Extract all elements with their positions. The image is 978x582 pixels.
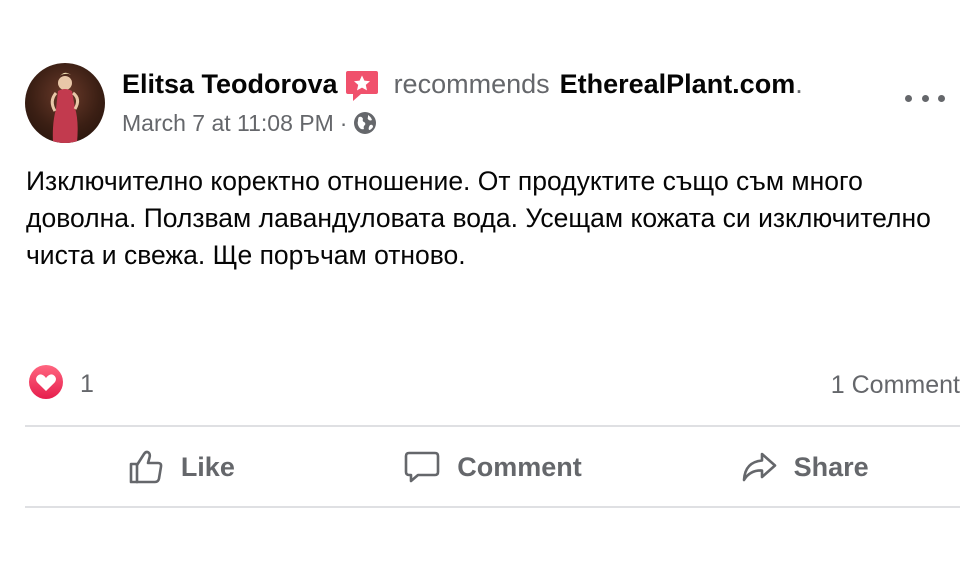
reaction-count: 1 xyxy=(80,369,94,398)
page-name-link[interactable]: EtherealPlant.com xyxy=(560,69,796,100)
avatar-photo xyxy=(50,72,80,143)
heart-reaction-icon xyxy=(28,364,64,405)
author-name[interactable]: Elitsa Teodorova xyxy=(122,69,338,100)
comment-label: Comment xyxy=(457,451,582,482)
more-options-icon[interactable] xyxy=(905,86,945,110)
post-meta: March 7 at 11:08 PM · xyxy=(122,108,377,138)
recommends-label: recommends xyxy=(393,68,550,99)
share-label: Share xyxy=(793,451,869,482)
thumbs-up-icon xyxy=(129,450,163,484)
share-button[interactable]: Share xyxy=(648,428,960,506)
action-bar: Like Comment Share xyxy=(25,428,960,506)
post-text: Изключително коректно отношение. От прод… xyxy=(26,166,931,270)
recommend-icon xyxy=(344,68,380,104)
reactions-summary[interactable]: 1 xyxy=(28,364,94,404)
timestamp[interactable]: March 7 at 11:08 PM xyxy=(122,110,334,137)
globe-icon xyxy=(353,111,377,135)
like-label: Like xyxy=(180,451,235,482)
divider xyxy=(25,425,960,427)
share-icon xyxy=(742,452,776,482)
page-name-suffix: . xyxy=(795,68,803,99)
like-button[interactable]: Like xyxy=(25,428,337,506)
divider xyxy=(25,506,960,508)
comment-button[interactable]: Comment xyxy=(337,428,649,506)
avatar[interactable] xyxy=(25,63,105,143)
meta-separator: · xyxy=(339,109,348,136)
comment-icon xyxy=(404,451,440,483)
comment-count-link[interactable]: 1 Comment xyxy=(831,366,960,404)
post-header: Elitsa Teodorova recommends EtherealPlan… xyxy=(122,64,803,104)
